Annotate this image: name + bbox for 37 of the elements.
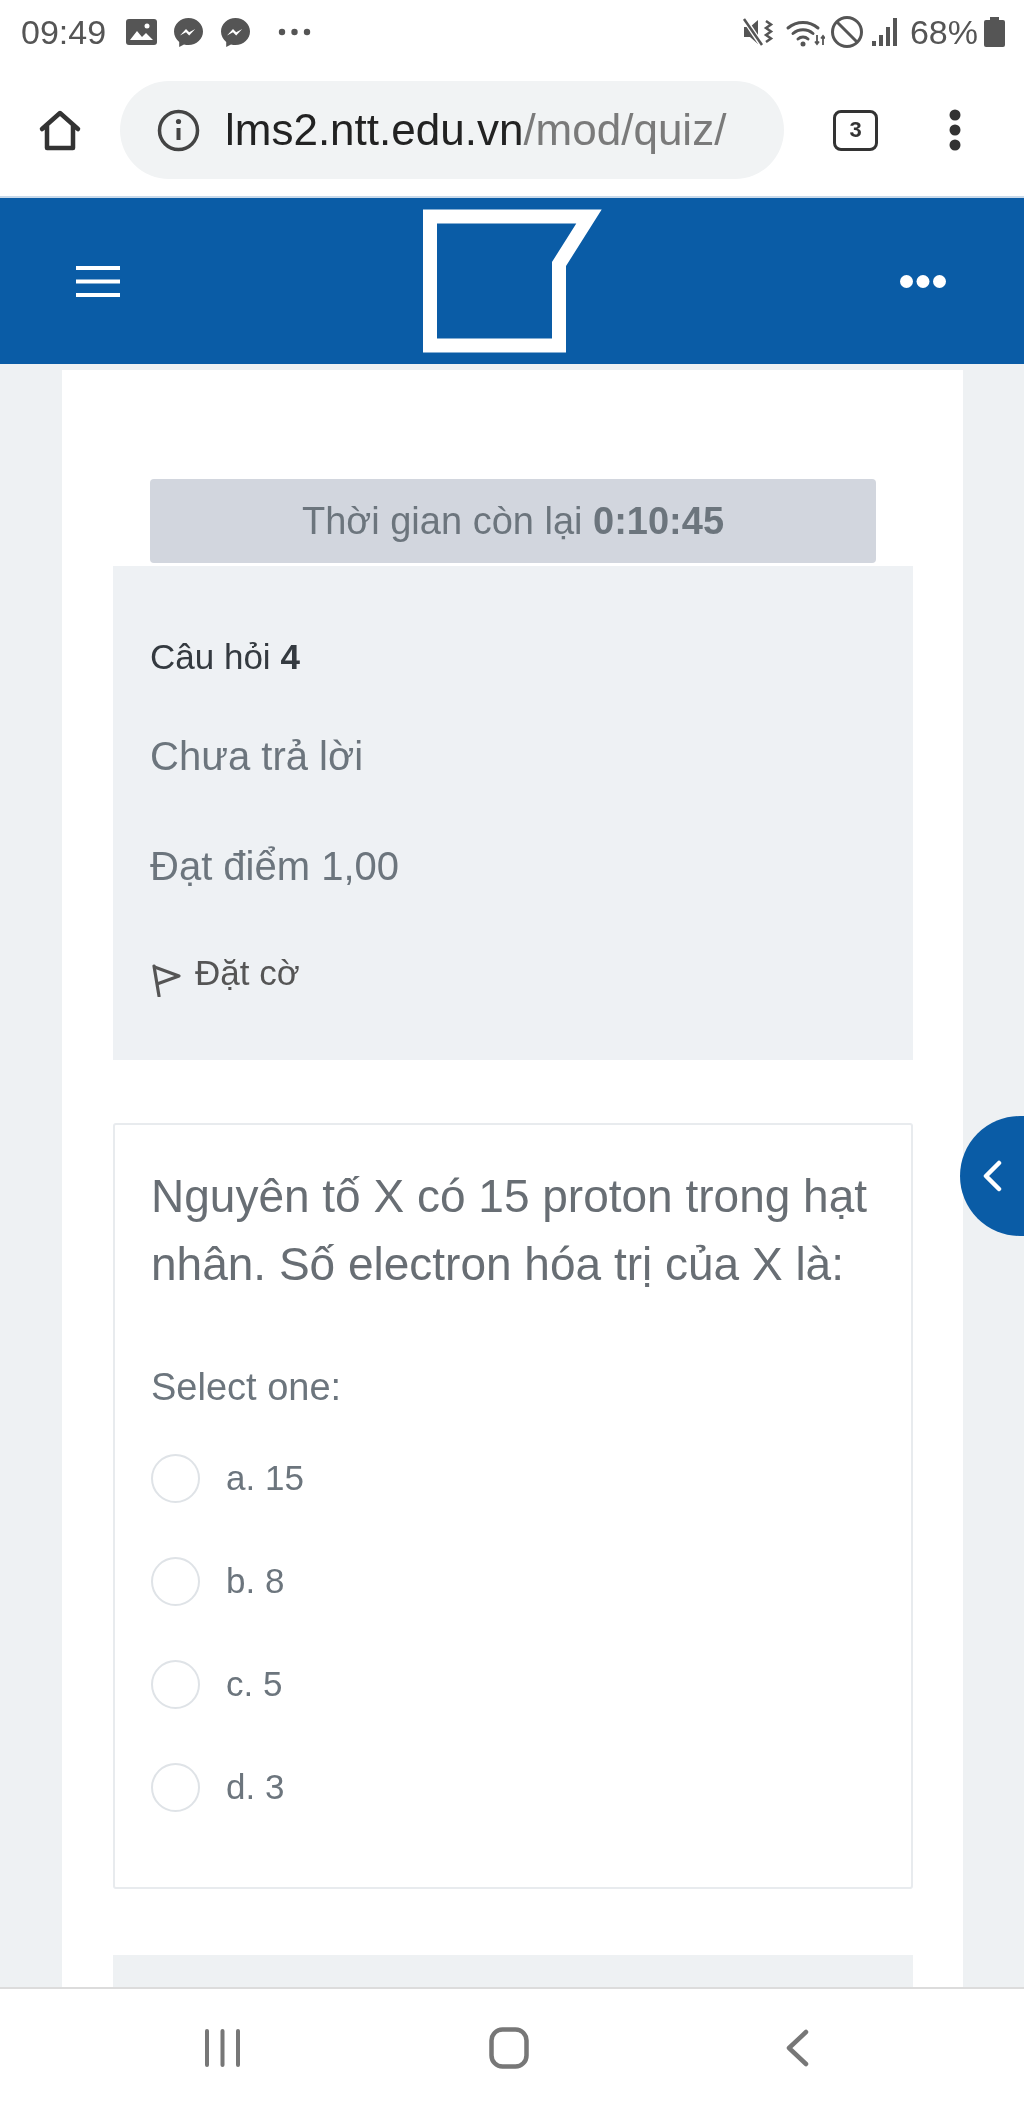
- chat-bubble-icon: [173, 16, 205, 48]
- home-icon[interactable]: [38, 108, 82, 152]
- info-icon[interactable]: [157, 108, 200, 152]
- chat-bubble-icon: [220, 16, 252, 48]
- option-label[interactable]: a. 15: [226, 1458, 304, 1498]
- menu-icon[interactable]: [76, 265, 120, 297]
- select-prompt: Select one:: [151, 1365, 343, 1410]
- chevron-left-icon: [982, 1160, 1002, 1192]
- battery-icon: [984, 17, 1005, 47]
- question-status: Chưa trả lời: [150, 733, 364, 780]
- radio-button[interactable]: [151, 1453, 200, 1503]
- do-not-disturb-icon: [830, 16, 863, 48]
- more-dots-icon: [278, 28, 312, 36]
- flag-question-link[interactable]: Đặt cờ: [195, 951, 300, 995]
- mute-icon: [741, 17, 774, 47]
- more-options-icon[interactable]: [948, 109, 962, 151]
- flag-icon[interactable]: [150, 963, 182, 997]
- tab-count-button[interactable]: 3: [833, 109, 878, 151]
- radio-button[interactable]: [151, 1762, 200, 1812]
- recent-apps-icon[interactable]: [205, 2028, 240, 2067]
- radio-button[interactable]: [151, 1556, 200, 1606]
- question-mark: Đạt điểm 1,00: [150, 843, 400, 890]
- address-bar[interactable]: lms2.ntt.edu.vn/mod/quiz/: [120, 81, 784, 179]
- timer-banner: Thời gian còn lại 0:10:45: [150, 479, 876, 563]
- back-icon[interactable]: [785, 2028, 809, 2067]
- option-label[interactable]: d. 3: [226, 1767, 285, 1807]
- clock-time: 09:49: [21, 12, 107, 52]
- signal-icon: [871, 18, 898, 46]
- question-text: Nguyên tố X có 15 proton trong hạt nhân. Số electron hóa trị của X là:: [151, 1169, 869, 1292]
- url-text: lms2.ntt.edu.vn/mod/quiz/: [225, 105, 727, 155]
- option-label[interactable]: c. 5: [226, 1664, 283, 1704]
- more-options-icon[interactable]: [900, 274, 946, 288]
- question-number: Câu hỏi 4: [150, 636, 300, 678]
- battery-percent: 68%: [909, 12, 978, 52]
- gallery-icon: [126, 19, 158, 45]
- radio-button[interactable]: [151, 1659, 200, 1709]
- option-label[interactable]: b. 8: [226, 1561, 285, 1601]
